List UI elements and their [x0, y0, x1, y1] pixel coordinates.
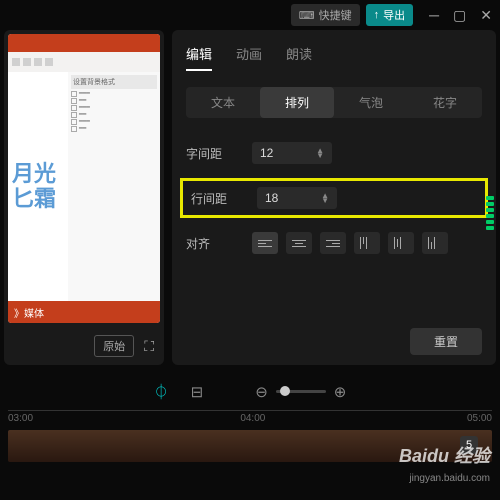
ppt-slide: 月光 匕霜 — [8, 72, 68, 301]
export-label: 导出 — [383, 7, 405, 23]
shortcut-label: 快捷键 — [319, 7, 352, 23]
preview-panel: 月光 匕霜 设置背景格式 ━━━ ━━ ━━━ ━━ ━━━ ━━ 》媒体 原始… — [4, 30, 164, 365]
tab-edit[interactable]: 编辑 — [186, 44, 212, 71]
format-panel-title: 设置背景格式 — [71, 75, 157, 89]
align-right-button[interactable] — [320, 232, 346, 254]
align-v-center-button[interactable] — [388, 232, 414, 254]
close-icon[interactable]: ✕ — [480, 7, 492, 24]
window-controls: ─ ▢ ✕ — [429, 7, 492, 24]
slide-text-1: 月光 — [12, 162, 64, 186]
subtab-fancy[interactable]: 花字 — [408, 87, 482, 118]
zoom-in-icon[interactable]: ⊕ — [334, 383, 347, 401]
magnet-icon[interactable]: ⏀ — [154, 381, 169, 402]
line-spacing-spinner[interactable]: 18 ▲▼ — [257, 187, 337, 209]
reset-button[interactable]: 重置 — [410, 328, 482, 355]
titlebar: ⌨ 快捷键 ↑ 导出 ─ ▢ ✕ — [0, 0, 500, 30]
subtab-text[interactable]: 文本 — [186, 87, 260, 118]
char-spacing-row: 字间距 12 ▲▼ — [186, 142, 482, 164]
split-icon[interactable]: ⊟ — [191, 383, 204, 401]
preview-controls: 原始 ⛶ — [4, 327, 164, 365]
align-label: 对齐 — [186, 235, 238, 252]
ppt-format-panel: 设置背景格式 ━━━ ━━ ━━━ ━━ ━━━ ━━ — [68, 72, 160, 301]
char-spacing-spinner[interactable]: 12 ▲▼ — [252, 142, 332, 164]
align-buttons — [252, 232, 448, 254]
line-spacing-label: 行间距 — [191, 190, 243, 207]
char-spacing-value: 12 — [260, 146, 273, 160]
line-spacing-value: 18 — [265, 191, 278, 205]
original-size-button[interactable]: 原始 — [94, 335, 134, 357]
sub-tabs: 文本 排列 气泡 花字 — [186, 87, 482, 118]
align-center-button[interactable] — [286, 232, 312, 254]
spinner-arrows-icon[interactable]: ▲▼ — [321, 193, 329, 203]
align-left-button[interactable] — [252, 232, 278, 254]
timeline-tools: ⏀ ⊟ ⊖ ⊕ — [8, 381, 492, 402]
ruler-mark: 05:00 — [467, 413, 492, 424]
maximize-icon[interactable]: ▢ — [453, 7, 466, 24]
tab-animation[interactable]: 动画 — [236, 44, 262, 71]
zoom-out-icon[interactable]: ⊖ — [255, 383, 268, 401]
fullscreen-icon[interactable]: ⛶ — [144, 338, 154, 355]
zoom-slider[interactable] — [276, 390, 326, 393]
properties-panel: 编辑 动画 朗读 文本 排列 气泡 花字 字间距 12 ▲▼ 行间距 18 ▲▼ — [172, 30, 496, 365]
main-tabs: 编辑 动画 朗读 — [186, 40, 482, 81]
preview-thumbnail[interactable]: 月光 匕霜 设置背景格式 ━━━ ━━ ━━━ ━━ ━━━ ━━ 》媒体 — [8, 34, 160, 323]
watermark-sub: jingyan.baidu.com — [409, 473, 490, 484]
audio-level-meter — [486, 100, 494, 230]
export-icon: ↑ — [374, 9, 380, 21]
line-spacing-highlight: 行间距 18 ▲▼ — [180, 178, 488, 218]
slide-text-2: 匕霜 — [12, 187, 64, 211]
subtab-arrange[interactable]: 排列 — [260, 87, 334, 118]
align-v-right-button[interactable] — [422, 232, 448, 254]
ppt-titlebar — [8, 34, 160, 52]
zoom-controls: ⊖ ⊕ — [255, 383, 346, 401]
spinner-arrows-icon[interactable]: ▲▼ — [316, 148, 324, 158]
export-button[interactable]: ↑ 导出 — [366, 4, 414, 26]
shortcut-button[interactable]: ⌨ 快捷键 — [291, 4, 360, 26]
ruler-mark: 03:00 — [8, 413, 33, 424]
ppt-footer: 》媒体 — [8, 301, 160, 323]
main-area: 月光 匕霜 设置背景格式 ━━━ ━━ ━━━ ━━ ━━━ ━━ 》媒体 原始… — [0, 30, 500, 365]
minimize-icon[interactable]: ─ — [429, 7, 439, 24]
watermark: Baidu 经验 — [399, 442, 490, 468]
align-row: 对齐 — [186, 232, 482, 254]
subtab-bubble[interactable]: 气泡 — [334, 87, 408, 118]
align-v-left-button[interactable] — [354, 232, 380, 254]
timeline-ruler[interactable]: 03:00 04:00 05:00 — [8, 410, 492, 428]
ppt-ribbon — [8, 52, 160, 72]
tab-read[interactable]: 朗读 — [286, 44, 312, 71]
line-spacing-row: 行间距 18 ▲▼ — [191, 187, 477, 209]
keyboard-icon: ⌨ — [299, 9, 315, 22]
char-spacing-label: 字间距 — [186, 145, 238, 162]
ruler-mark: 04:00 — [240, 413, 265, 424]
